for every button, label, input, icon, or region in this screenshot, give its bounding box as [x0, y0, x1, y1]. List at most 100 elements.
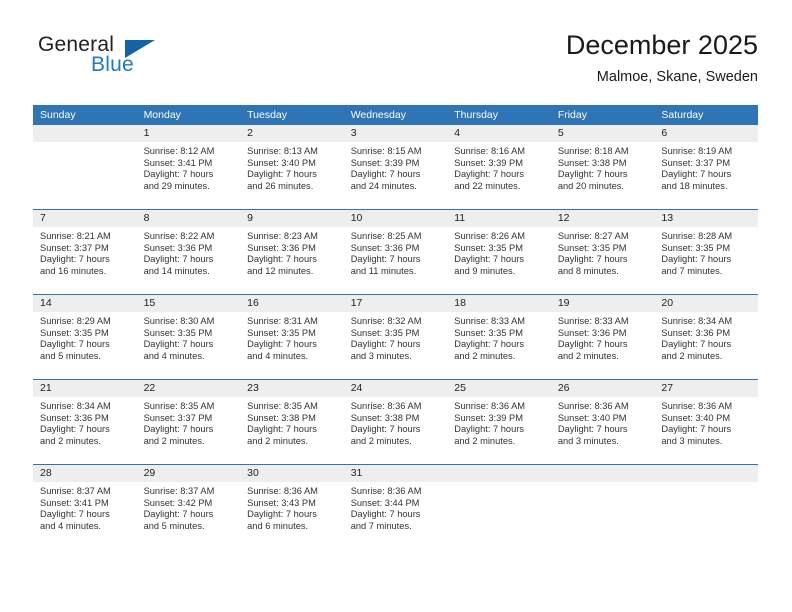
- calendar-day-cell[interactable]: 2 Sunrise: 8:13 AM Sunset: 3:40 PM Dayli…: [240, 125, 344, 210]
- day-number: [550, 465, 655, 482]
- sunset-text: Sunset: 3:35 PM: [454, 242, 523, 253]
- sunrise-text: Sunrise: 8:23 AM: [247, 231, 318, 241]
- calendar-day-cell[interactable]: 25 Sunrise: 8:36 AM Sunset: 3:39 PM Dayl…: [447, 379, 551, 465]
- sunset-text: Sunset: 3:35 PM: [40, 327, 109, 338]
- sunrise-text: Sunrise: 8:12 AM: [143, 146, 215, 156]
- calendar-day-cell[interactable]: 29 Sunrise: 8:37 AM Sunset: 3:42 PM Dayl…: [136, 464, 241, 549]
- calendar-week-row: 14 Sunrise: 8:29 AM Sunset: 3:35 PM Dayl…: [33, 294, 758, 380]
- calendar-day-cell[interactable]: 26 Sunrise: 8:36 AM Sunset: 3:40 PM Dayl…: [550, 379, 655, 465]
- calendar-day-cell[interactable]: 4 Sunrise: 8:16 AM Sunset: 3:39 PM Dayli…: [447, 125, 551, 210]
- calendar-day-cell[interactable]: 5 Sunrise: 8:18 AM Sunset: 3:38 PM Dayli…: [550, 125, 655, 210]
- sunrise-text: Sunrise: 8:37 AM: [40, 486, 111, 496]
- day-number: 2: [240, 125, 344, 142]
- sunset-text: Sunset: 3:35 PM: [247, 327, 316, 338]
- calendar-day-cell[interactable]: 24 Sunrise: 8:36 AM Sunset: 3:38 PM Dayl…: [343, 379, 448, 465]
- day-details: [447, 482, 551, 486]
- daylight-text-line2: and 2 minutes.: [350, 435, 412, 446]
- calendar-day-cell[interactable]: 9 Sunrise: 8:23 AM Sunset: 3:36 PM Dayli…: [240, 209, 344, 295]
- calendar-day-cell[interactable]: 31 Sunrise: 8:36 AM Sunset: 3:44 PM Dayl…: [343, 464, 448, 549]
- day-details: [654, 482, 758, 486]
- daylight-text-line2: and 2 minutes.: [454, 350, 516, 361]
- calendar-day-cell[interactable]: 19 Sunrise: 8:33 AM Sunset: 3:36 PM Dayl…: [550, 294, 655, 380]
- title-block: December 2025 Malmoe, Skane, Sweden: [566, 28, 758, 87]
- day-number: 15: [136, 295, 241, 312]
- calendar-day-cell[interactable]: [447, 464, 551, 549]
- sunset-text: Sunset: 3:35 PM: [557, 242, 627, 253]
- calendar-day-cell[interactable]: 14 Sunrise: 8:29 AM Sunset: 3:35 PM Dayl…: [33, 294, 137, 380]
- calendar-day-cell[interactable]: 6 Sunrise: 8:19 AM Sunset: 3:37 PM Dayli…: [654, 125, 758, 210]
- sunset-text: Sunset: 3:40 PM: [557, 412, 627, 423]
- calendar-day-cell[interactable]: [654, 464, 758, 549]
- daylight-text-line1: Daylight: 7 hours: [350, 424, 421, 435]
- day-details: Sunrise: 8:15 AM Sunset: 3:39 PM Dayligh…: [344, 142, 448, 192]
- day-details: Sunrise: 8:25 AM Sunset: 3:36 PM Dayligh…: [344, 227, 448, 277]
- daylight-text-line1: Daylight: 7 hours: [454, 254, 525, 265]
- daylight-text-line2: and 3 minutes.: [661, 435, 723, 446]
- calendar-day-cell[interactable]: 3 Sunrise: 8:15 AM Sunset: 3:39 PM Dayli…: [343, 125, 448, 210]
- calendar-week-row: 1 Sunrise: 8:12 AM Sunset: 3:41 PM Dayli…: [33, 125, 758, 210]
- day-number: 16: [240, 295, 344, 312]
- sunrise-text: Sunrise: 8:13 AM: [247, 146, 318, 156]
- daylight-text-line1: Daylight: 7 hours: [661, 424, 732, 435]
- daylight-text-line2: and 22 minutes.: [454, 180, 521, 191]
- daylight-text-line1: Daylight: 7 hours: [247, 169, 317, 180]
- day-number: 13: [654, 210, 758, 227]
- day-details: Sunrise: 8:26 AM Sunset: 3:35 PM Dayligh…: [447, 227, 551, 277]
- calendar-day-cell[interactable]: 8 Sunrise: 8:22 AM Sunset: 3:36 PM Dayli…: [136, 209, 241, 295]
- day-details: [551, 482, 655, 486]
- sunset-text: Sunset: 3:36 PM: [661, 327, 731, 338]
- calendar-day-cell[interactable]: 30 Sunrise: 8:36 AM Sunset: 3:43 PM Dayl…: [240, 464, 344, 549]
- sunset-text: Sunset: 3:41 PM: [143, 157, 213, 168]
- calendar-day-cell[interactable]: 7 Sunrise: 8:21 AM Sunset: 3:37 PM Dayli…: [33, 209, 137, 295]
- sunset-text: Sunset: 3:35 PM: [661, 242, 731, 253]
- calendar-day-cell[interactable]: [550, 464, 655, 549]
- daylight-text-line2: and 26 minutes.: [247, 180, 314, 191]
- calendar-day-cell[interactable]: 1 Sunrise: 8:12 AM Sunset: 3:41 PM Dayli…: [136, 125, 241, 210]
- daylight-text-line1: Daylight: 7 hours: [40, 339, 110, 350]
- sunset-text: Sunset: 3:38 PM: [247, 412, 316, 423]
- calendar-day-cell[interactable]: 20 Sunrise: 8:34 AM Sunset: 3:36 PM Dayl…: [654, 294, 758, 380]
- sunset-text: Sunset: 3:42 PM: [143, 497, 213, 508]
- day-number: 22: [136, 380, 241, 397]
- day-number: 6: [654, 125, 758, 142]
- day-details: Sunrise: 8:34 AM Sunset: 3:36 PM Dayligh…: [654, 312, 758, 362]
- calendar-day-cell[interactable]: 13 Sunrise: 8:28 AM Sunset: 3:35 PM Dayl…: [654, 209, 758, 295]
- sunset-text: Sunset: 3:37 PM: [40, 242, 109, 253]
- calendar-day-cell[interactable]: [33, 125, 137, 210]
- day-number: 25: [447, 380, 551, 397]
- general-blue-logo[interactable]: General Blue: [33, 33, 233, 93]
- calendar-day-cell[interactable]: 21 Sunrise: 8:34 AM Sunset: 3:36 PM Dayl…: [33, 379, 137, 465]
- sunset-text: Sunset: 3:38 PM: [350, 412, 420, 423]
- daylight-text-line2: and 7 minutes.: [661, 265, 723, 276]
- calendar-day-cell[interactable]: 18 Sunrise: 8:33 AM Sunset: 3:35 PM Dayl…: [447, 294, 551, 380]
- day-number: 3: [343, 125, 448, 142]
- calendar-day-cell[interactable]: 17 Sunrise: 8:32 AM Sunset: 3:35 PM Dayl…: [343, 294, 448, 380]
- calendar-day-cell[interactable]: 16 Sunrise: 8:31 AM Sunset: 3:35 PM Dayl…: [240, 294, 344, 380]
- sunset-text: Sunset: 3:40 PM: [247, 157, 316, 168]
- daylight-text-line2: and 12 minutes.: [247, 265, 314, 276]
- day-number: 19: [550, 295, 655, 312]
- calendar-page: General Blue December 2025 Malmoe, Skane…: [0, 0, 792, 612]
- day-details: Sunrise: 8:37 AM Sunset: 3:41 PM Dayligh…: [33, 482, 137, 532]
- calendar-day-cell[interactable]: 10 Sunrise: 8:25 AM Sunset: 3:36 PM Dayl…: [343, 209, 448, 295]
- daylight-text-line1: Daylight: 7 hours: [143, 254, 214, 265]
- day-number: 9: [240, 210, 344, 227]
- day-details: Sunrise: 8:33 AM Sunset: 3:36 PM Dayligh…: [551, 312, 655, 362]
- calendar-day-cell[interactable]: 15 Sunrise: 8:30 AM Sunset: 3:35 PM Dayl…: [136, 294, 241, 380]
- sunset-text: Sunset: 3:41 PM: [40, 497, 109, 508]
- day-number: 7: [33, 210, 137, 227]
- sunrise-text: Sunrise: 8:36 AM: [350, 401, 422, 411]
- calendar-day-cell[interactable]: 28 Sunrise: 8:37 AM Sunset: 3:41 PM Dayl…: [33, 464, 137, 549]
- daylight-text-line1: Daylight: 7 hours: [247, 509, 317, 520]
- calendar-day-cell[interactable]: 11 Sunrise: 8:26 AM Sunset: 3:35 PM Dayl…: [447, 209, 551, 295]
- page-header: General Blue December 2025 Malmoe, Skane…: [33, 28, 758, 98]
- calendar-day-cell[interactable]: 12 Sunrise: 8:27 AM Sunset: 3:35 PM Dayl…: [550, 209, 655, 295]
- sunrise-text: Sunrise: 8:35 AM: [247, 401, 318, 411]
- daylight-text-line2: and 4 minutes.: [143, 350, 205, 361]
- sunrise-text: Sunrise: 8:33 AM: [557, 316, 629, 326]
- sunrise-text: Sunrise: 8:33 AM: [454, 316, 526, 326]
- sunrise-text: Sunrise: 8:18 AM: [557, 146, 629, 156]
- calendar-day-cell[interactable]: 22 Sunrise: 8:35 AM Sunset: 3:37 PM Dayl…: [136, 379, 241, 465]
- calendar-day-cell[interactable]: 27 Sunrise: 8:36 AM Sunset: 3:40 PM Dayl…: [654, 379, 758, 465]
- calendar-day-cell[interactable]: 23 Sunrise: 8:35 AM Sunset: 3:38 PM Dayl…: [240, 379, 344, 465]
